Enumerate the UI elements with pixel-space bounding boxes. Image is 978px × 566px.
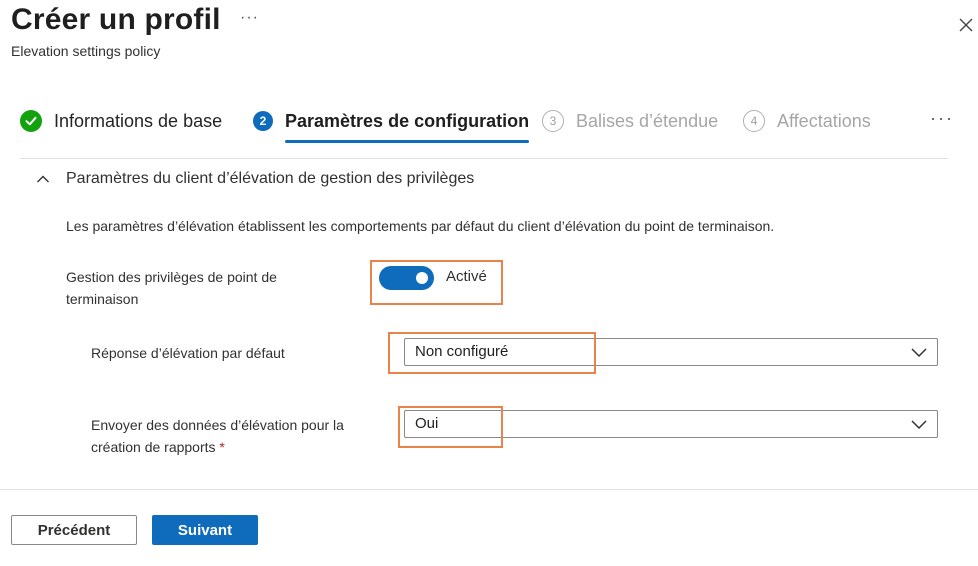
- tab-label: Affectations: [777, 111, 871, 131]
- wizard-tabs: Informations de base 2 Paramètres de con…: [0, 100, 978, 144]
- tab-affectations[interactable]: 4 Affectations: [743, 100, 871, 144]
- page-subtitle: Elevation settings policy: [11, 43, 161, 59]
- endpoint-privilege-toggle[interactable]: [379, 266, 434, 290]
- section-title: Paramètres du client d’élévation de gest…: [66, 170, 475, 187]
- divider: [0, 489, 978, 490]
- tabs-more-button[interactable]: ···: [930, 108, 954, 129]
- select-value: Oui: [415, 415, 439, 432]
- toggle-state-label: Activé: [446, 268, 487, 285]
- step-number-icon: 2: [253, 111, 273, 131]
- check-icon: [20, 110, 42, 132]
- page-title: Créer un profil: [11, 3, 221, 36]
- divider: [20, 158, 948, 159]
- toggle-knob: [416, 272, 428, 284]
- toggle-field-label: Gestion des privilèges de point de termi…: [66, 269, 277, 307]
- chevron-up-icon: [37, 175, 49, 183]
- chevron-down-icon: [911, 420, 927, 430]
- tab-parametres-de-configuration[interactable]: 2 Paramètres de configuration: [253, 100, 530, 144]
- default-response-select[interactable]: Non configuré: [404, 338, 938, 366]
- step-number-icon: 4: [743, 110, 765, 132]
- close-button[interactable]: [956, 15, 976, 35]
- tab-label: Balises d’étendue: [576, 111, 719, 131]
- close-icon: [959, 18, 973, 32]
- step-number-icon: 3: [542, 110, 564, 132]
- tab-label: Informations de base: [54, 111, 223, 131]
- section-header[interactable]: Paramètres du client d’élévation de gest…: [36, 170, 474, 188]
- send-elevation-data-select[interactable]: Oui: [404, 410, 938, 438]
- tab-label: Paramètres de configuration: [285, 111, 530, 131]
- send-field-label: Envoyer des données d’élévation pour la …: [91, 414, 391, 458]
- previous-button[interactable]: Précédent: [11, 515, 137, 545]
- active-tab-underline: [285, 140, 530, 143]
- tab-balises-d-etendue[interactable]: 3 Balises d’étendue: [542, 100, 718, 144]
- tab-informations-de-base[interactable]: Informations de base: [20, 100, 222, 144]
- header-more-button[interactable]: ···: [240, 9, 259, 27]
- next-button[interactable]: Suivant: [152, 515, 258, 545]
- send-label-text: Envoyer des données d’élévation pour la …: [91, 417, 344, 455]
- required-mark: *: [219, 439, 225, 455]
- response-field-label: Réponse d’élévation par défaut: [91, 345, 285, 361]
- select-value: Non configuré: [415, 343, 509, 360]
- section-description: Les paramètres d’élévation établissent l…: [66, 218, 775, 234]
- chevron-down-icon: [911, 348, 927, 358]
